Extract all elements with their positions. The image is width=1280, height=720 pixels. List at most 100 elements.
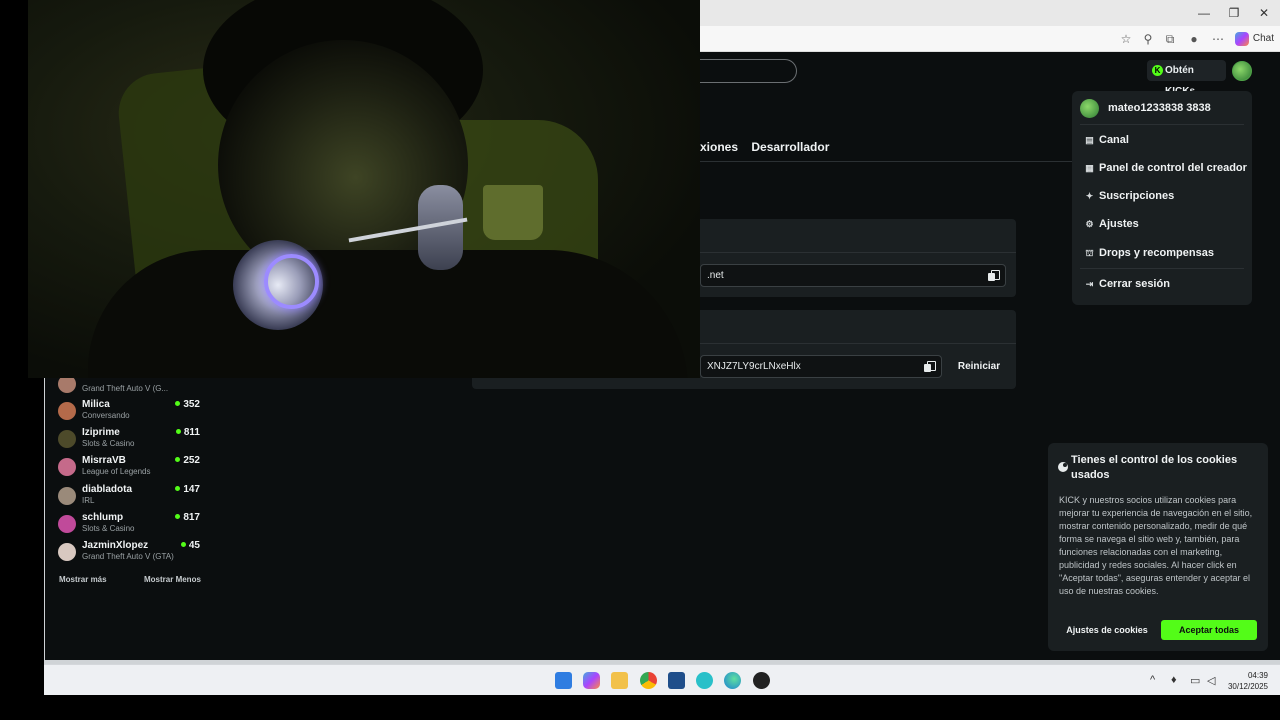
channel-category: IRL <box>82 496 95 505</box>
avatar <box>58 487 76 505</box>
viewer-count: 352 <box>175 399 200 410</box>
favorite-star-icon[interactable]: ☆ <box>1118 31 1134 47</box>
gift-icon: ⛫ <box>1085 248 1094 258</box>
logout-icon: ⇥ <box>1085 279 1094 289</box>
list-item[interactable]: Iziprime Slots & Casino 811 <box>58 427 203 453</box>
browser-tab-bar: — ❐ ✕ <box>700 0 1280 26</box>
restore-icon[interactable]: ❐ <box>1222 4 1246 22</box>
tray-chevron-icon[interactable]: ^ <box>1150 674 1155 686</box>
live-dot-icon <box>180 542 186 547</box>
viewer-count: 252 <box>175 455 200 466</box>
edge-icon[interactable] <box>724 672 741 689</box>
store-icon[interactable] <box>668 672 685 689</box>
avatar <box>58 515 76 533</box>
user-menu-dropdown: mateo1233838 3838 ▤ Canal ▦ Panel de con… <box>1072 91 1252 305</box>
close-icon[interactable]: ✕ <box>1252 4 1276 22</box>
copilot-taskbar-icon[interactable] <box>583 672 600 689</box>
viewer-count: 811 <box>175 427 200 438</box>
get-kicks-button[interactable]: K Obtén KICKs <box>1147 60 1226 97</box>
menu-item-label: Cerrar sesión <box>1099 278 1170 290</box>
browser-toolbar: ☆ ⚲ ⧉ ● ⋯ Chat <box>700 26 1280 52</box>
viewer-count: 147 <box>175 484 200 495</box>
menu-item-label: Suscripciones <box>1099 190 1175 202</box>
minimize-icon[interactable]: — <box>1192 4 1216 22</box>
list-item[interactable]: schlump Slots & Casino 817 <box>58 512 203 538</box>
cookie-icon <box>1058 462 1068 472</box>
kicks-coin-icon: K <box>1152 65 1163 76</box>
avatar <box>58 402 76 420</box>
list-item[interactable]: Milica Conversando 352 <box>58 399 203 425</box>
server-url-field[interactable]: .net <box>700 264 1006 287</box>
channel-category: Slots & Casino <box>82 524 135 533</box>
avatar <box>58 458 76 476</box>
viewer-count-value: 45 <box>188 540 200 551</box>
obs-icon[interactable] <box>753 672 770 689</box>
channel-category: Grand Theft Auto V (G... <box>82 384 169 393</box>
avatar <box>58 430 76 448</box>
collections-icon[interactable]: ⧉ <box>1162 31 1178 47</box>
windows-taskbar: ^ ♦ ▭ ◁ 04:39 30/12/2025 <box>44 664 1280 695</box>
tabs-divider <box>700 161 1072 162</box>
dashboard-icon: ▦ <box>1085 163 1094 173</box>
menu-item-creator-dashboard[interactable]: ▦ Panel de control del creador <box>1084 159 1247 177</box>
channel-name: MisrraVB <box>82 455 126 466</box>
menu-item-label: Panel de control del creador <box>1099 162 1247 174</box>
tab-connections[interactable]: xiones <box>700 140 738 154</box>
microphone-icon[interactable]: ♦ <box>1171 674 1177 686</box>
copy-icon[interactable] <box>924 361 936 372</box>
list-item[interactable]: MisrraVB League of Legends 252 <box>58 455 203 481</box>
cookie-title: Tienes el control de los cookies usados <box>1071 454 1238 481</box>
copy-icon[interactable] <box>988 270 1000 281</box>
app-icon[interactable] <box>696 672 713 689</box>
channel-name: Milica <box>82 399 110 410</box>
show-more-link[interactable]: Mostrar más <box>59 575 107 584</box>
clock[interactable]: 04:39 30/12/2025 <box>1228 670 1268 692</box>
live-dot-icon <box>175 429 181 434</box>
screen: — ❐ ✕ ☆ ⚲ ⧉ ● ⋯ Chat K Obtén KICKs xione… <box>0 0 1280 720</box>
network-icon[interactable]: ▭ <box>1190 674 1200 687</box>
live-dot-icon <box>175 457 181 462</box>
viewer-count-value: 811 <box>183 427 200 438</box>
clock-date: 30/12/2025 <box>1227 682 1268 691</box>
file-explorer-icon[interactable] <box>611 672 628 689</box>
copilot-icon <box>1234 32 1249 46</box>
more-icon[interactable]: ⋯ <box>1210 31 1226 47</box>
menu-item-drops[interactable]: ⛫ Drops y recompensas <box>1084 244 1214 262</box>
clock-time: 04:39 <box>1247 671 1268 680</box>
accept-all-button[interactable]: Aceptar todas <box>1161 620 1257 640</box>
channel-name: JazminXlopez <box>82 540 149 551</box>
channel-name: schlump <box>82 512 124 523</box>
menu-item-settings[interactable]: ⚙ Ajustes <box>1084 215 1139 233</box>
tab-developer[interactable]: Desarrollador <box>751 140 829 154</box>
show-less-link[interactable]: Mostrar Menos <box>144 575 201 584</box>
channel-category: Slots & Casino <box>82 439 135 448</box>
channel-category: Conversando <box>82 411 130 420</box>
stream-key-field[interactable]: XNJZ7LY9crLNxeHlx <box>700 355 942 378</box>
list-item[interactable]: diabladota IRL 147 <box>58 484 203 510</box>
cookie-settings-button[interactable]: Ajustes de cookies <box>1058 620 1156 640</box>
live-dot-icon <box>175 514 181 519</box>
live-dot-icon <box>175 486 181 491</box>
viewer-count-value: 252 <box>183 455 200 466</box>
menu-item-label: Drops y recompensas <box>1099 247 1214 259</box>
viewer-count: 45 <box>180 540 200 551</box>
menu-divider <box>1080 268 1244 269</box>
start-icon[interactable] <box>555 672 572 689</box>
menu-item-label: Ajustes <box>1099 218 1139 230</box>
copilot-chat-button[interactable]: Chat <box>1234 30 1274 48</box>
reset-key-button[interactable]: Reiniciar <box>948 355 1010 378</box>
viewer-count-value: 147 <box>183 484 200 495</box>
chrome-icon[interactable] <box>640 672 657 689</box>
user-menu-header: mateo1233838 3838 <box>1080 99 1244 119</box>
menu-item-subscriptions[interactable]: ✦ Suscripciones <box>1084 187 1174 205</box>
menu-item-logout[interactable]: ⇥ Cerrar sesión <box>1084 275 1170 293</box>
user-avatar-button[interactable] <box>1232 61 1252 81</box>
profile-icon[interactable]: ● <box>1186 31 1202 47</box>
channel-name: Iziprime <box>82 427 120 438</box>
channel-icon: ▤ <box>1085 135 1094 145</box>
extension-icon[interactable]: ⚲ <box>1140 31 1156 47</box>
volume-icon[interactable]: ◁ <box>1207 674 1215 687</box>
avatar <box>58 543 76 561</box>
list-item[interactable]: JazminXlopez Grand Theft Auto V (GTA) 45 <box>58 540 203 566</box>
menu-item-channel[interactable]: ▤ Canal <box>1084 131 1129 149</box>
